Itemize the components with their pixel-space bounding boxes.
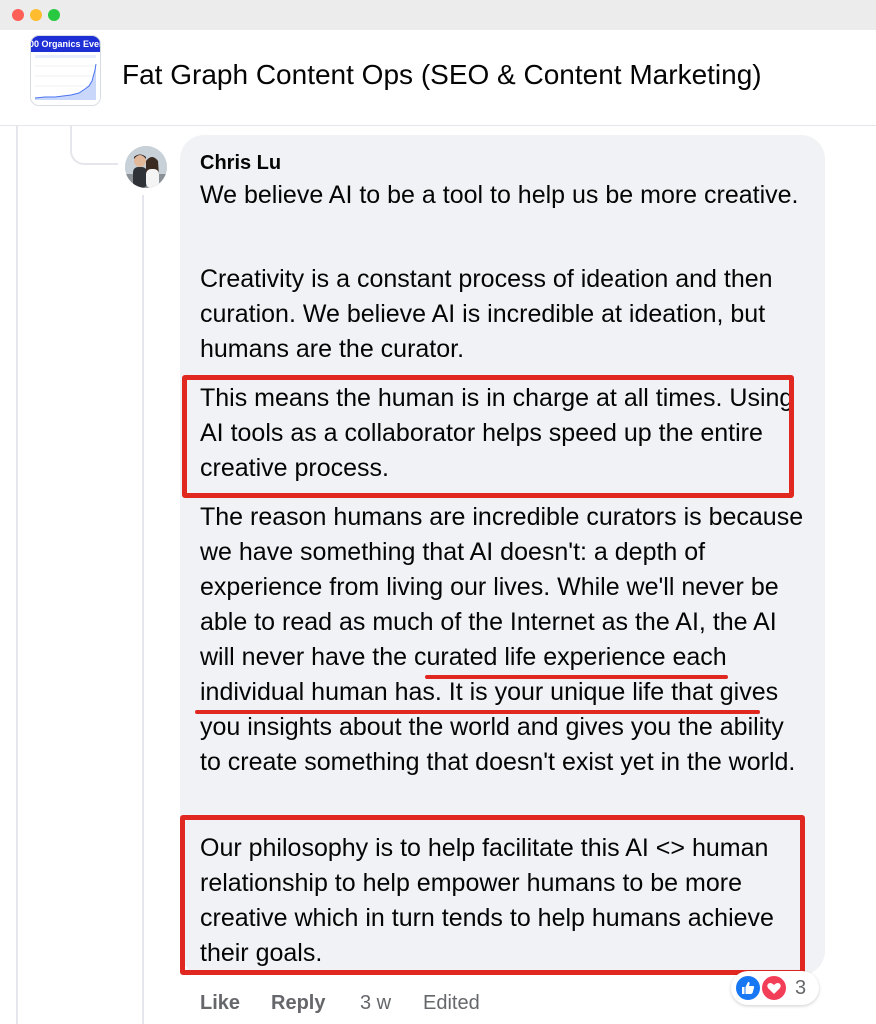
like-icon — [734, 974, 762, 1002]
highlight-box-paragraph-3 — [182, 375, 794, 498]
reactions-summary[interactable]: 3 — [731, 971, 819, 1005]
highlight-box-paragraph-5 — [180, 815, 805, 975]
group-header: 00 Organics Ever Fat Graph Content Ops (… — [0, 30, 876, 126]
window-titlebar — [0, 0, 876, 31]
reply-button[interactable]: Reply — [271, 990, 325, 1016]
avatar-thread-line — [142, 195, 144, 1024]
like-button[interactable]: Like — [200, 990, 240, 1016]
group-title[interactable]: Fat Graph Content Ops (SEO & Content Mar… — [122, 58, 762, 92]
avatar-photo — [125, 146, 167, 188]
zoom-window-button[interactable] — [48, 9, 60, 21]
reaction-count: 3 — [795, 977, 807, 999]
highlight-underline-1 — [425, 675, 728, 679]
thread-line — [16, 125, 18, 1024]
group-thumbnail[interactable]: 00 Organics Ever — [31, 36, 100, 105]
comment-paragraph-4: The reason humans are incredible curator… — [200, 503, 804, 776]
thumbnail-banner-text: 00 Organics Ever — [31, 36, 100, 52]
minimize-window-button[interactable] — [30, 9, 42, 21]
comment-paragraph-2: Creativity is a constant process of idea… — [200, 265, 773, 363]
love-icon — [760, 974, 788, 1002]
avatar[interactable] — [125, 146, 167, 188]
reply-connector-line — [70, 125, 118, 165]
comment-author[interactable]: Chris Lu — [200, 150, 281, 176]
comment-paragraph-1: We believe AI to be a tool to help us be… — [200, 181, 799, 209]
close-window-button[interactable] — [12, 9, 24, 21]
thumbnail-chart-graphic — [31, 52, 100, 105]
highlight-underline-2 — [195, 710, 760, 714]
edited-label[interactable]: Edited — [423, 990, 480, 1016]
comment-timestamp[interactable]: 3 w — [360, 990, 391, 1016]
